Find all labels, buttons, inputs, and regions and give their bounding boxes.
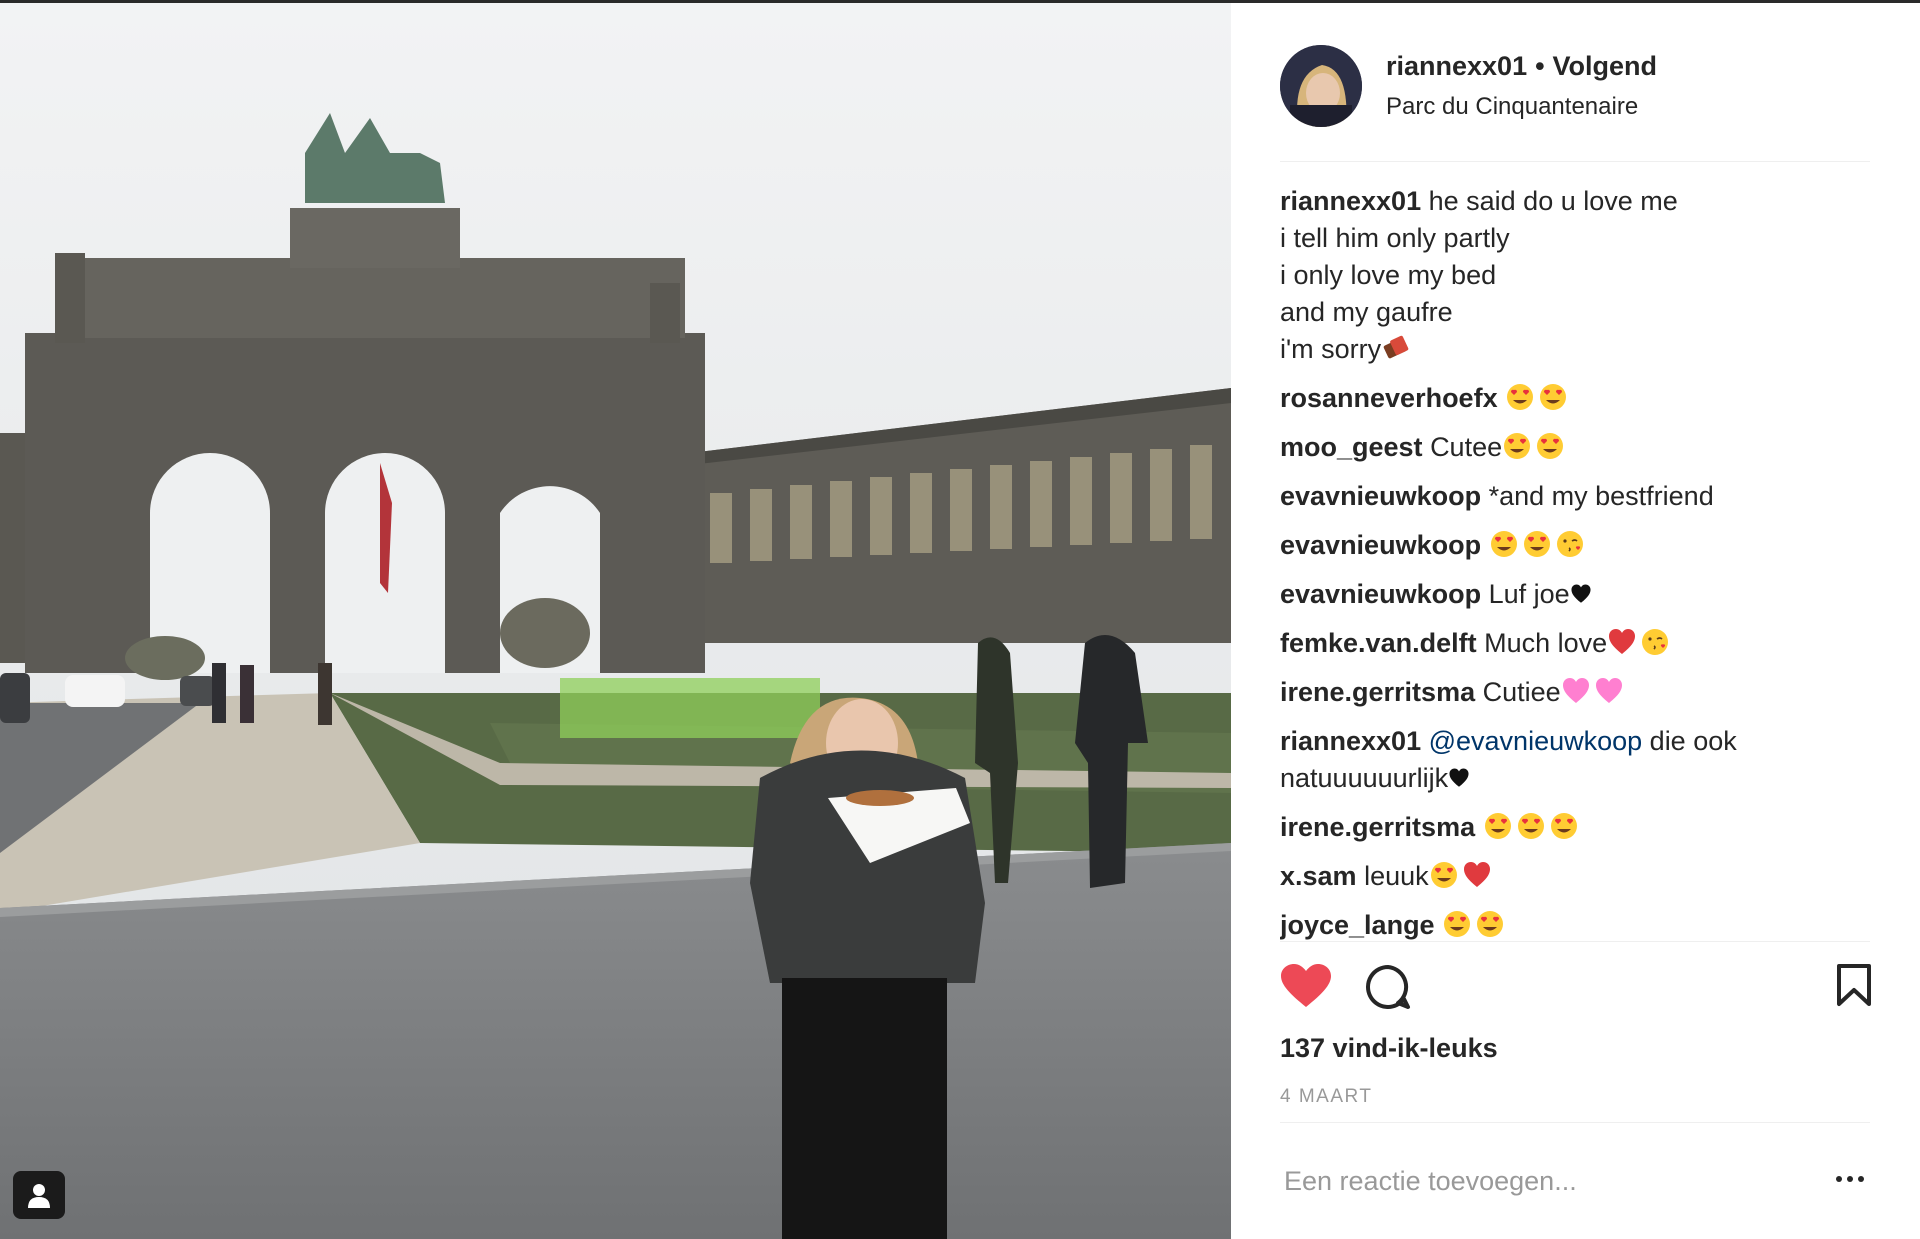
kiss-face-icon <box>1556 531 1583 557</box>
comment-username[interactable]: evavnieuwkoop <box>1280 530 1481 560</box>
comment-item: moo_geest Cutee <box>1280 429 1870 466</box>
comments-list[interactable]: riannexx01 he said do u love me i tell h… <box>1280 183 1870 943</box>
comments-divider <box>1280 941 1870 942</box>
comment-username[interactable]: irene.gerritsma <box>1280 812 1475 842</box>
comment-username[interactable]: evavnieuwkoop <box>1280 481 1481 511</box>
comment-username[interactable]: evavnieuwkoop <box>1280 579 1481 609</box>
heart-eyes-icon <box>1540 384 1567 410</box>
caption-line: i'm sorry <box>1280 334 1382 364</box>
comment-item: evavnieuwkoop <box>1280 527 1870 564</box>
comment-item: irene.gerritsma Cutiee <box>1280 674 1870 711</box>
comment-text: *and my bestfriend <box>1488 481 1714 511</box>
heart-eyes-icon <box>1490 531 1517 557</box>
chocolate-bar-icon <box>1383 335 1409 359</box>
comment-username[interactable]: x.sam <box>1280 861 1357 891</box>
separator-dot: • <box>1535 51 1545 81</box>
caption-line: and my gaufre <box>1280 297 1453 327</box>
comment-input[interactable] <box>1284 1158 1784 1204</box>
like-count[interactable]: 137 vind-ik-leuks <box>1280 1033 1498 1064</box>
red-heart-icon <box>1463 862 1490 887</box>
avatar-image <box>1280 45 1362 127</box>
comment-text: Cutiee <box>1482 677 1561 707</box>
caption-line: i only love my bed <box>1280 260 1497 290</box>
post-author-line: riannexx01 • Volgend <box>1386 51 1657 82</box>
post-header: riannexx01 • Volgend Parc du Cinquantenair… <box>1280 41 1870 131</box>
comment-mention-link[interactable]: @evavnieuwkoop <box>1429 726 1643 756</box>
heart-eyes-icon <box>1517 813 1544 839</box>
heart-eyes-icon <box>1477 911 1504 937</box>
post-actions <box>1280 963 1872 1023</box>
comment-text: Much love <box>1484 628 1608 658</box>
comment-item: evavnieuwkoop *and my bestfriend <box>1280 478 1870 515</box>
comment-item: femke.van.delft Much love <box>1280 625 1870 662</box>
heart-eyes-icon <box>1430 862 1457 888</box>
heart-filled-icon[interactable] <box>1280 963 1332 1009</box>
comment-text: leuuk <box>1364 861 1429 891</box>
post-photo[interactable] <box>0 3 1231 1239</box>
comment-item: evavnieuwkoop Luf joe <box>1280 576 1870 613</box>
comment-username[interactable]: femke.van.delft <box>1280 628 1477 658</box>
comment-item: x.sam leuuk <box>1280 858 1870 895</box>
comment-username[interactable]: moo_geest <box>1280 432 1423 462</box>
avatar[interactable] <box>1280 45 1362 127</box>
more-options-icon[interactable] <box>1836 1176 1864 1182</box>
author-username[interactable]: riannexx01 <box>1386 51 1527 81</box>
comment-username[interactable]: riannexx01 <box>1280 726 1421 756</box>
heart-eyes-icon <box>1444 911 1471 937</box>
pink-heart-icon <box>1595 678 1622 703</box>
post-date[interactable]: 4 MAART <box>1280 1086 1373 1108</box>
caption-line: i tell him only partly <box>1280 223 1510 253</box>
heart-eyes-icon <box>1504 433 1531 459</box>
comment-text: Luf joe <box>1488 579 1570 609</box>
comment-text: Cutee <box>1430 432 1503 462</box>
black-heart-icon <box>1571 584 1591 603</box>
photo-scene <box>0 3 1231 1239</box>
black-heart-icon <box>1449 768 1469 787</box>
header-divider <box>1280 161 1870 162</box>
comment-item: riannexx01 @evavnieuwkoop die ook natuuu… <box>1280 723 1870 797</box>
comment-username[interactable]: rosanneverhoefx <box>1280 383 1498 413</box>
heart-eyes-icon <box>1484 813 1511 839</box>
caption-username[interactable]: riannexx01 <box>1280 186 1421 216</box>
caption: riannexx01 he said do u love me i tell h… <box>1280 183 1870 368</box>
comment-username[interactable]: joyce_lange <box>1280 910 1435 940</box>
red-heart-icon <box>1609 629 1636 654</box>
location-link[interactable]: Parc du Cinquantenaire <box>1386 93 1638 121</box>
heart-eyes-icon <box>1537 433 1564 459</box>
heart-eyes-icon <box>1550 813 1577 839</box>
caption-line: he said do u love me <box>1428 186 1678 216</box>
heart-eyes-icon <box>1523 531 1550 557</box>
bookmark-icon[interactable] <box>1836 963 1872 1007</box>
person-icon <box>28 1184 50 1208</box>
pink-heart-icon <box>1562 678 1589 703</box>
post-details-panel: riannexx01 • Volgend Parc du Cinquantenair… <box>1231 3 1920 1239</box>
add-comment-bar <box>1280 1158 1870 1208</box>
follow-status-button[interactable]: Volgend <box>1553 51 1658 81</box>
kiss-face-icon <box>1642 629 1669 655</box>
tagged-users-button[interactable] <box>13 1171 65 1219</box>
comment-item: rosanneverhoefx <box>1280 380 1870 417</box>
heart-eyes-icon <box>1507 384 1534 410</box>
speech-bubble-icon[interactable] <box>1364 963 1412 1011</box>
comment-item: joyce_lange <box>1280 907 1870 943</box>
comment-username[interactable]: irene.gerritsma <box>1280 677 1475 707</box>
footer-divider <box>1280 1122 1870 1123</box>
comment-item: irene.gerritsma <box>1280 809 1870 846</box>
